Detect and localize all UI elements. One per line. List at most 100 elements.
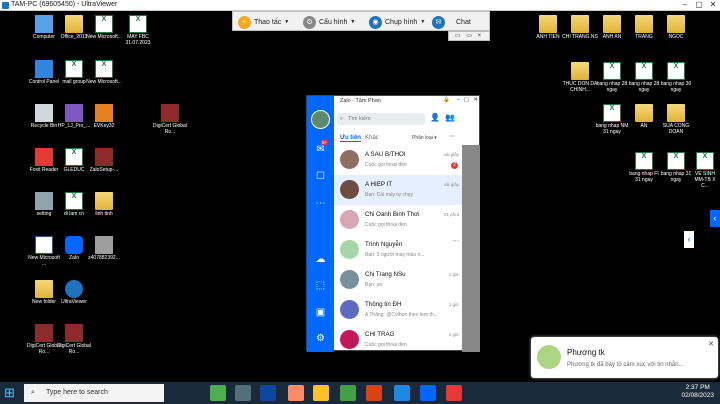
desktop-icon-an[interactable]: AN (626, 104, 662, 129)
desktop-icon-digicert1[interactable]: DigiCert Global Ro... (152, 104, 188, 135)
tab-other[interactable]: Khác (365, 135, 379, 141)
photoshop-icon[interactable] (260, 385, 276, 401)
config-button[interactable]: ⚙ Cấu hình ▼ (303, 14, 355, 30)
pin-icon[interactable]: 🔒 (443, 97, 450, 103)
desktop-icon-bangnhapfi[interactable]: bang nhap FI 31 ngay (626, 152, 662, 183)
contacts-icon[interactable]: ☐ (314, 170, 327, 183)
briefcase-icon[interactable]: ▣ (314, 306, 327, 319)
expand-panel-icon[interactable]: ‹ (710, 210, 720, 227)
close-icon[interactable]: ✕ (708, 340, 714, 348)
start-icon[interactable]: ⊞ (4, 385, 20, 401)
desktop-icon-ultraviewer[interactable]: UltraViewer (56, 280, 92, 305)
desktop-icon-zalosetup[interactable]: ZaloSetup-... (86, 148, 122, 173)
maximize-icon[interactable]: ▢ (464, 97, 469, 103)
chat-label: Chat (456, 18, 471, 26)
ultraviewer-icon (2, 2, 9, 9)
filter-dropdown[interactable]: Phân loại ▾ (412, 135, 437, 141)
more-options-icon[interactable]: ⋯ (449, 133, 455, 140)
actions-label: Thao tác (254, 18, 282, 26)
gear-icon: ⚙ (303, 15, 316, 29)
more-icon[interactable]: ⋯ (314, 197, 327, 210)
chat-name: CHI TRAG (365, 331, 395, 338)
excel-icon (129, 15, 147, 33)
avatar (340, 180, 359, 199)
desktop-icon-image[interactable]: z407882392... (86, 236, 122, 261)
desktop-icon-chitrang[interactable]: CHI TRANG NS (562, 15, 598, 40)
app-icon[interactable] (340, 385, 356, 401)
folder-icon[interactable] (313, 385, 329, 401)
desktop-icon-ngoc[interactable]: NGOC (658, 15, 694, 40)
chat-time: vài giây (443, 182, 459, 187)
avatar[interactable] (311, 110, 330, 129)
desktop-icon-newdoc1[interactable]: New Microsoft... (86, 15, 122, 40)
folder-icon (65, 15, 83, 33)
folder-icon (571, 62, 589, 80)
desktop-icon-thucdon[interactable]: THUC DON DA CHINH... (562, 62, 598, 93)
desktop-icon-digicert3[interactable]: DigiCert Global Ro... (56, 324, 92, 355)
actions-button[interactable]: ⚡ Thao tác ▼ (238, 14, 289, 30)
chat-item[interactable]: Trình Nguyễn Bạn: 3 người may mẫu n... ⋯ (334, 235, 462, 265)
config-label: Cấu hình (319, 18, 348, 26)
desktop-icon-evkey[interactable]: EVKey32 (86, 104, 122, 129)
toolbar-window-controls[interactable]: ▭ ▭ × (448, 31, 490, 41)
chat-item[interactable]: A HIEP IT Bạn: Cái máy tự chạy vài giây (334, 175, 462, 205)
minimize-icon[interactable]: – (457, 97, 460, 103)
taskbar-search[interactable]: ⌕ Type here to search (24, 384, 164, 402)
chat-item[interactable]: Chi Trang NSu Bạn: ya 1 giờ (334, 265, 462, 295)
chat-item[interactable]: CHI TRAG Cuộc gọi thoại đến 1 giờ (334, 325, 462, 352)
chat-preview: Cuộc gọi thoại đến (365, 222, 407, 228)
desktop-icon-bangnhap28b[interactable]: bang nhap 28 ngay (626, 62, 662, 93)
powerpoint-icon[interactable] (366, 385, 382, 401)
explorer-icon[interactable] (235, 385, 251, 401)
search-input[interactable]: ⌕ Tìm kiếm (337, 113, 425, 125)
excel-icon (65, 60, 83, 78)
chevron-left-icon[interactable]: ‹ (684, 231, 694, 248)
chrome-icon[interactable] (210, 385, 226, 401)
desktop-icon-anhan[interactable]: ANH AN (594, 15, 630, 40)
app-icon[interactable] (446, 385, 462, 401)
chat-item[interactable]: Chi Oanh Binh Thơi Cuộc gọi thoại đến 21… (334, 205, 462, 235)
app-icon[interactable] (288, 385, 304, 401)
camera-icon: ◉ (369, 15, 382, 29)
zalo-icon[interactable] (420, 385, 436, 401)
tab-priority[interactable]: Ưu tiên (340, 135, 361, 142)
chat-name: Chi Trang NSu (365, 271, 406, 278)
desktop-icon-mayfbc[interactable]: MAY FBC 31.07.2023 (120, 15, 156, 46)
screenshot-button[interactable]: ◉ Chụp hình ▼ (369, 14, 425, 30)
close-icon[interactable]: ✕ (706, 0, 720, 10)
notification-toast[interactable]: Phương tk Phương tk đã bày tỏ cảm xúc vớ… (531, 337, 718, 378)
desktop-icon-suacongdoan[interactable]: SUA CONG DOAN (658, 104, 694, 135)
ultraviewer-icon[interactable] (394, 385, 410, 401)
desktop-icon-bangnhapnm[interactable]: bang nhap NM 31 ngay (594, 104, 630, 135)
chat-preview: Bạn: ya (365, 282, 382, 288)
chat-item[interactable]: A SAU B/THOI Cuộc gọi thoại đến vài giây… (334, 145, 462, 175)
cloud-icon[interactable]: ☁ (314, 253, 327, 266)
more-options-icon[interactable]: ⋯ (452, 237, 459, 245)
folder-icon (635, 15, 653, 33)
chat-button[interactable]: ✉ Chat (432, 14, 471, 30)
desktop-icon-bangnhap31[interactable]: bang nhap 31 ngay (658, 152, 694, 183)
maximize-icon[interactable]: ▢ (692, 0, 706, 10)
desktop-icon-trang[interactable]: TRANG (626, 15, 662, 40)
clock[interactable]: 2:37 PM 02/08/2023 (681, 384, 714, 400)
chat-item[interactable]: Thông tin ĐH A Thắng: @Cvthon theo tem t… (334, 295, 462, 325)
zalo-window: ✉ 5+ ☐ ⋯ ☁ ⬚ ▣ ⚙ Zalo - Tâm Phan 🔒 – ▢ ✕… (306, 95, 480, 352)
settings-icon[interactable]: ⚙ (314, 332, 327, 345)
desktop-icon-bangnhap28a[interactable]: bang nhap 28 ngay (594, 62, 630, 93)
screenshot-icon[interactable]: ⬚ (314, 279, 327, 292)
desktop-icon-vesinh[interactable]: VE SINH MM-TB X C... (690, 152, 720, 189)
add-friend-icon[interactable]: 👤 (430, 113, 440, 122)
window-titlebar: TAM-PC (69605450) - UltraViewer – ▢ ✕ (0, 0, 720, 11)
close-icon[interactable]: ✕ (473, 97, 478, 103)
chat-preview: Bạn: 3 người may mẫu n... (365, 252, 425, 258)
word-icon (35, 236, 53, 254)
avatar (340, 240, 359, 259)
create-group-icon[interactable]: 👥 (445, 113, 455, 122)
desktop-icon-linhtinh[interactable]: linh tinh (86, 192, 122, 217)
chat-preview: Cuộc gọi thoại đến (365, 162, 407, 168)
desktop-icon-newdoc2[interactable]: New Microsoft... (86, 60, 122, 85)
minimize-icon[interactable]: – (678, 0, 692, 10)
desktop-icon-anhtien[interactable]: ANH TIEN (530, 15, 566, 40)
desktop-icon-bangnhap30[interactable]: bang nhap 30 ngay (658, 62, 694, 93)
excel-icon (95, 15, 113, 33)
